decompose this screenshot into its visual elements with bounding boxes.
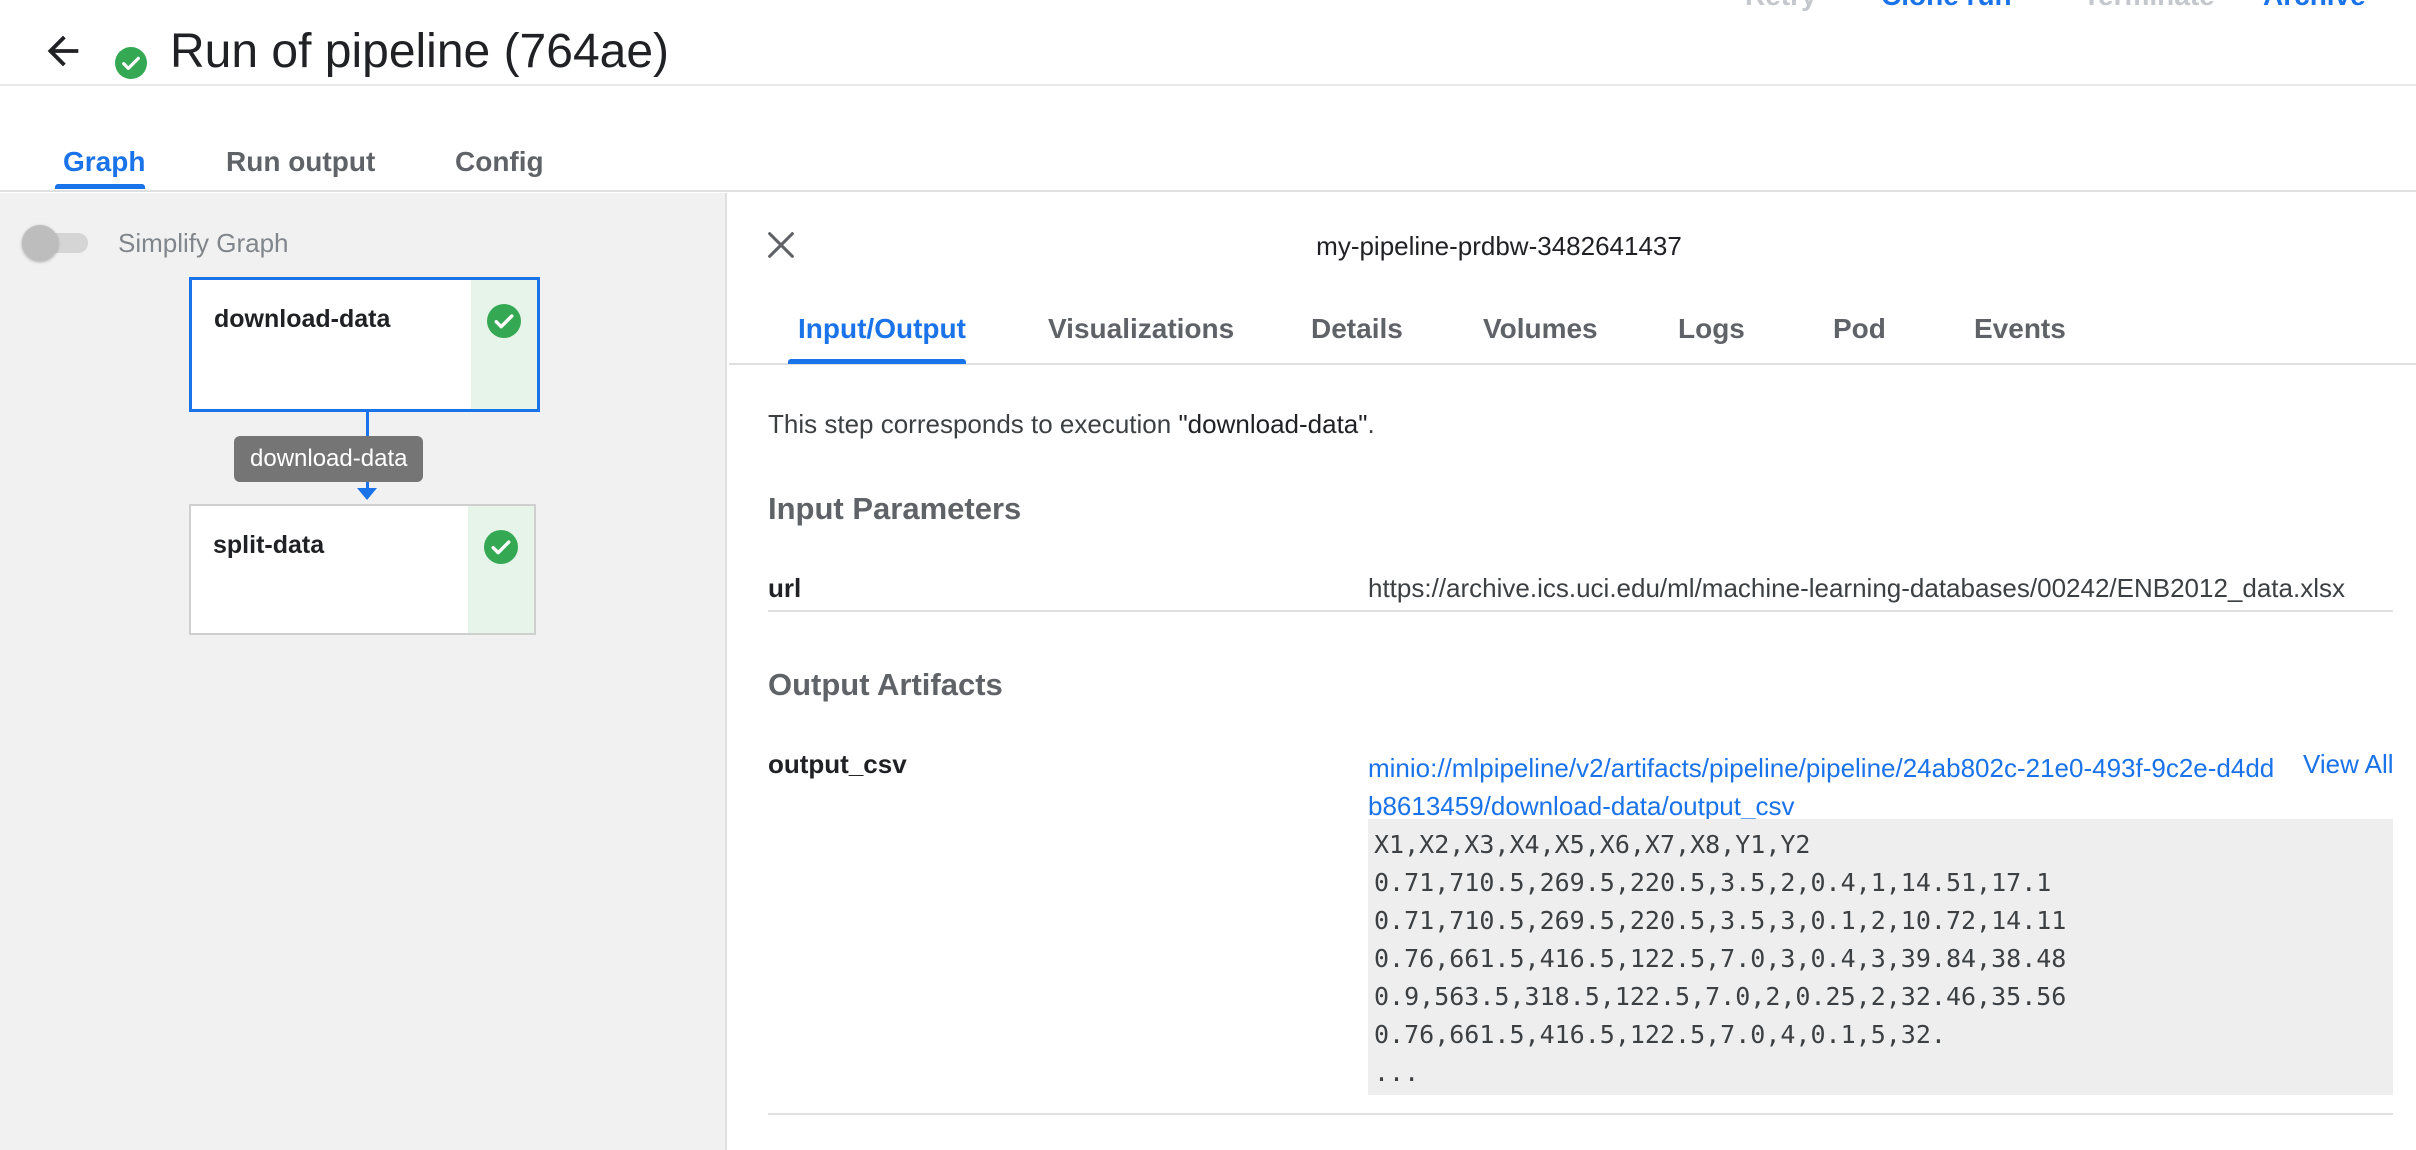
preview-line: 0.76,661.5,416.5,122.5,7.0,4,0.1,5,32. bbox=[1374, 1020, 1946, 1049]
node-status bbox=[471, 280, 537, 409]
tab-config[interactable]: Config bbox=[455, 146, 544, 178]
node-status bbox=[468, 506, 534, 633]
input-parameters-heading: Input Parameters bbox=[768, 491, 1022, 526]
tab-logs[interactable]: Logs bbox=[1678, 313, 1745, 345]
input-param-row: url https://archive.ics.uci.edu/ml/machi… bbox=[768, 573, 2393, 612]
artifact-preview: X1,X2,X3,X4,X5,X6,X7,X8,Y1,Y2 0.71,710.5… bbox=[1368, 819, 2393, 1095]
step-info-text: This step corresponds to execution "down… bbox=[768, 409, 1375, 440]
node-label: download-data bbox=[214, 305, 391, 333]
panel-tabs: Input/Output Visualizations Details Volu… bbox=[729, 293, 2416, 365]
arrow-left-icon[interactable] bbox=[40, 28, 86, 74]
clone-run-button[interactable]: Clone run bbox=[1881, 0, 2012, 12]
edge-arrowhead bbox=[357, 488, 377, 500]
edge-tooltip: download-data bbox=[234, 436, 424, 482]
graph-node-download-data[interactable]: download-data bbox=[189, 277, 540, 412]
preview-line: 0.71,710.5,269.5,220.5,3.5,2,0.4,1,14.51… bbox=[1374, 868, 2052, 897]
preview-line: 0.9,563.5,318.5,122.5,7.0,2,0.25,2,32.46… bbox=[1374, 982, 2067, 1011]
artifact-uri-link[interactable]: minio://mlpipeline/v2/artifacts/pipeline… bbox=[1368, 749, 2288, 825]
param-value: https://archive.ics.uci.edu/ml/machine-l… bbox=[1368, 573, 2345, 603]
check-circle-icon bbox=[115, 47, 147, 79]
page-header: Run of pipeline (764ae) Retry Clone run … bbox=[0, 0, 2416, 86]
simplify-graph-label: Simplify Graph bbox=[118, 228, 289, 258]
output-artifact-row: output_csv minio://mlpipeline/v2/artifac… bbox=[768, 749, 2394, 1115]
active-tab-indicator bbox=[788, 359, 966, 364]
preview-line: ... bbox=[1374, 1058, 1420, 1087]
node-label: split-data bbox=[213, 531, 325, 559]
tab-run-output[interactable]: Run output bbox=[226, 146, 375, 178]
preview-line: 0.71,710.5,269.5,220.5,3.5,3,0.1,2,10.72… bbox=[1374, 906, 2067, 935]
run-tabs: Graph Run output Config bbox=[0, 132, 2416, 192]
simplify-graph-toggle[interactable] bbox=[22, 225, 92, 261]
tab-details[interactable]: Details bbox=[1311, 313, 1403, 345]
node-details-panel: my-pipeline-prdbw-3482641437 Input/Outpu… bbox=[729, 193, 2416, 1150]
output-artifacts-heading: Output Artifacts bbox=[768, 667, 1003, 702]
check-circle-icon bbox=[487, 304, 521, 338]
graph-node-split-data[interactable]: split-data bbox=[189, 504, 536, 635]
view-all-link[interactable]: View All bbox=[2303, 749, 2394, 780]
archive-button[interactable]: Archive bbox=[2263, 0, 2366, 12]
active-tab-indicator bbox=[55, 184, 145, 189]
preview-line: 0.76,661.5,416.5,122.5,7.0,3,0.4,3,39.84… bbox=[1374, 944, 2067, 973]
check-circle-icon bbox=[484, 530, 518, 564]
preview-line: X1,X2,X3,X4,X5,X6,X7,X8,Y1,Y2 bbox=[1374, 830, 1811, 859]
param-key: url bbox=[768, 573, 802, 603]
tab-visualizations[interactable]: Visualizations bbox=[1048, 313, 1234, 345]
artifact-key: output_csv bbox=[768, 749, 907, 779]
step-info-suffix: . bbox=[1367, 409, 1375, 439]
panel-title: my-pipeline-prdbw-3482641437 bbox=[1316, 231, 1682, 261]
tab-pod[interactable]: Pod bbox=[1833, 313, 1886, 345]
retry-button[interactable]: Retry bbox=[1745, 0, 1817, 12]
graph-pane: Simplify Graph download-data download-da… bbox=[0, 193, 727, 1150]
tab-volumes[interactable]: Volumes bbox=[1483, 313, 1598, 345]
terminate-button[interactable]: Terminate bbox=[2083, 0, 2215, 12]
tab-graph[interactable]: Graph bbox=[63, 146, 145, 178]
step-info-prefix: This step corresponds to execution bbox=[768, 409, 1179, 439]
page-title: Run of pipeline (764ae) bbox=[170, 25, 670, 78]
toggle-knob bbox=[22, 225, 58, 261]
app-window: Run of pipeline (764ae) Retry Clone run … bbox=[0, 0, 2416, 1150]
execution-name: "download-data" bbox=[1178, 409, 1368, 439]
tab-events[interactable]: Events bbox=[1974, 313, 2066, 345]
tab-input-output[interactable]: Input/Output bbox=[798, 313, 966, 345]
